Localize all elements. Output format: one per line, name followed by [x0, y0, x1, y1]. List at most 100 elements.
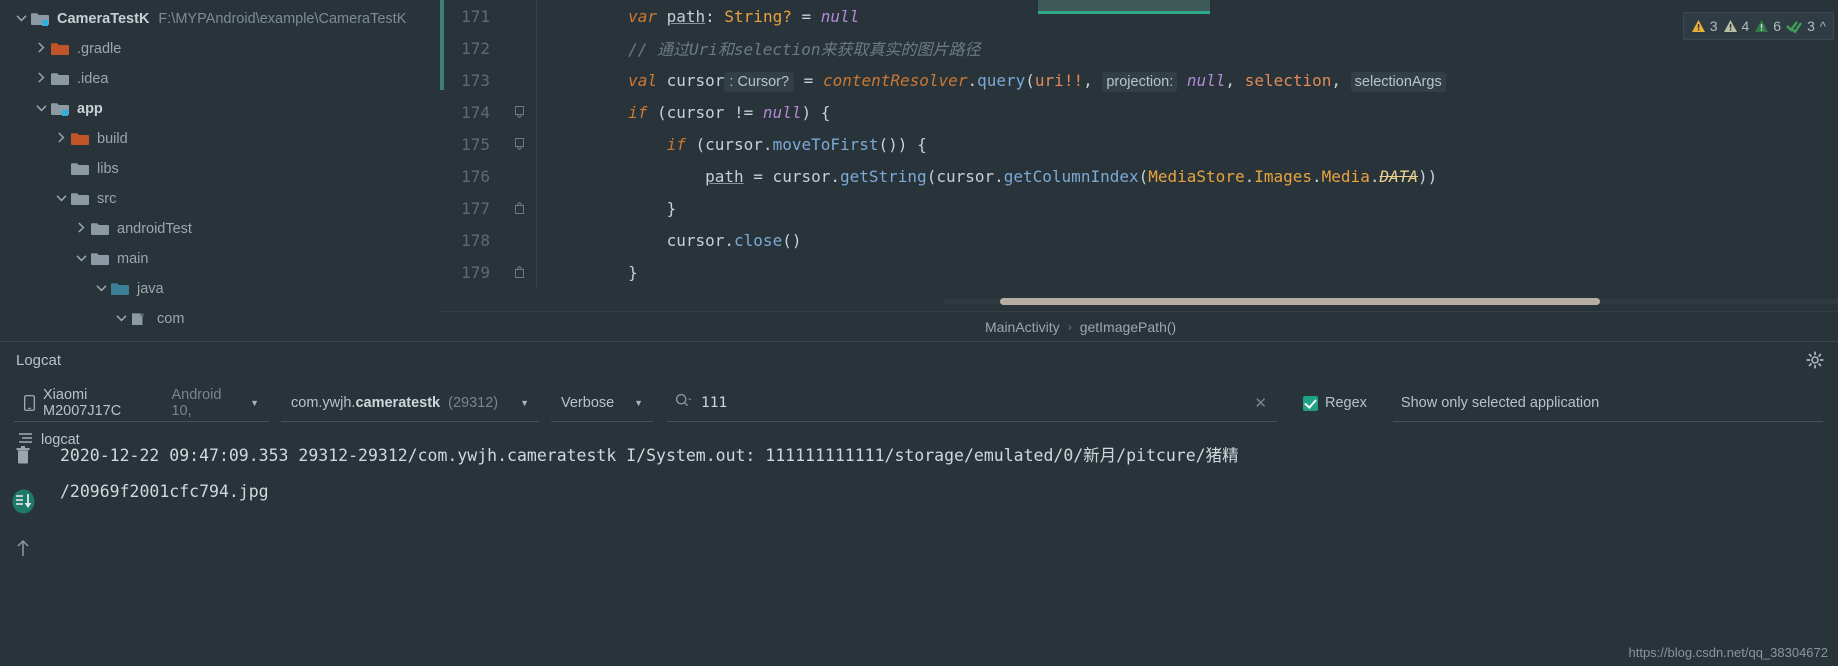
- tree-item-libs[interactable]: libs: [0, 154, 440, 184]
- code-line[interactable]: 173 val cursor: Cursor? = contentResolve…: [440, 64, 1838, 96]
- code-token: var: [628, 6, 657, 26]
- search-input-value[interactable]: 111: [701, 395, 727, 411]
- scroll-up-icon[interactable]: [15, 538, 31, 563]
- code-token: getString: [839, 166, 927, 186]
- chevron-down-icon[interactable]: ▼: [520, 398, 529, 408]
- chevron-down-icon[interactable]: [52, 194, 70, 205]
- error-indicator[interactable]: 3: [1691, 18, 1718, 34]
- regex-checkbox[interactable]: Regex: [1303, 395, 1367, 411]
- folder-icon: [70, 161, 90, 177]
- scroll-to-end-icon[interactable]: [10, 488, 37, 520]
- gutter-divider: [536, 256, 537, 288]
- chevron-down-icon[interactable]: [32, 104, 50, 115]
- tree-item-java[interactable]: java: [0, 274, 440, 304]
- ok-count: 3: [1807, 18, 1815, 34]
- gear-icon[interactable]: [1806, 351, 1824, 369]
- code-text: // 通过Uri和selection来获取真实的图片路径: [551, 36, 981, 60]
- tree-item-idea[interactable]: .idea: [0, 64, 440, 94]
- chevron-down-icon[interactable]: [92, 284, 110, 295]
- inspection-ok-indicator[interactable]: 3: [1786, 18, 1815, 34]
- log-search-box[interactable]: 111 ✕: [667, 384, 1277, 422]
- process-package-name: cameratestk: [355, 394, 441, 411]
- code-token: )): [1418, 166, 1438, 186]
- code-line[interactable]: 179 }: [440, 256, 1838, 288]
- breadcrumb-item-class[interactable]: MainActivity: [985, 319, 1060, 335]
- line-number: 175: [461, 134, 490, 154]
- breadcrumb[interactable]: MainActivity › getImagePath(): [440, 311, 1838, 341]
- code-line[interactable]: 175 if (cursor.moveToFirst()) {: [440, 128, 1838, 160]
- project-tree-panel[interactable]: CameraTestK F:\MYPAndroid\example\CameraT…: [0, 0, 440, 341]
- close-icon[interactable]: ✕: [1254, 394, 1267, 412]
- code-editor[interactable]: 171 var path: String? = null 172 // 通过Uri…: [440, 0, 1838, 341]
- code-lines[interactable]: 171 var path: String? = null 172 // 通过Uri…: [440, 0, 1838, 310]
- breadcrumb-item-method[interactable]: getImagePath(): [1080, 319, 1177, 335]
- code-line[interactable]: 176 path = cursor.getString(cursor.getCo…: [440, 160, 1838, 192]
- weak-warning-count: 6: [1773, 18, 1782, 34]
- code-token: }: [551, 262, 638, 282]
- tree-item-label: src: [97, 191, 117, 207]
- code-fold-icon[interactable]: [502, 266, 536, 278]
- warning-indicator[interactable]: 4: [1723, 18, 1749, 34]
- tree-item-main[interactable]: main: [0, 244, 440, 274]
- code-token: String?: [724, 6, 792, 26]
- chevron-right-icon[interactable]: [52, 132, 70, 146]
- code-fold-icon[interactable]: [502, 138, 536, 150]
- trash-icon[interactable]: [15, 446, 31, 470]
- code-token: ) {: [801, 102, 831, 122]
- top-area: CameraTestK F:\MYPAndroid\example\CameraT…: [0, 0, 1838, 341]
- tree-item-src[interactable]: src: [0, 184, 440, 214]
- chevron-down-icon[interactable]: [112, 314, 130, 325]
- code-fold-icon[interactable]: [502, 202, 536, 214]
- logcat-output-line: 2020-12-22 09:47:09.353 29312-29312/com.…: [60, 446, 1239, 465]
- chevron-down-icon[interactable]: ▼: [250, 398, 259, 408]
- code-line[interactable]: 172 // 通过Uri和selection来获取真实的图片路径: [440, 32, 1838, 64]
- checkbox-icon[interactable]: [1303, 395, 1318, 411]
- log-level-selector[interactable]: Verbose ▼: [551, 384, 653, 422]
- regex-label: Regex: [1325, 395, 1367, 411]
- process-selector[interactable]: com.ywjh. cameratestk (29312) ▼: [281, 384, 539, 422]
- code-token: !!: [1063, 70, 1084, 90]
- gutter-divider: [536, 160, 537, 192]
- code-token: cursor: [656, 70, 725, 90]
- line-number: 179: [461, 262, 490, 282]
- chevron-right-icon[interactable]: [32, 42, 50, 56]
- code-token: = cursor.: [743, 166, 840, 186]
- chevron-down-icon[interactable]: [12, 14, 30, 25]
- logcat-output[interactable]: 2020-12-22 09:47:09.353 29312-29312/com.…: [46, 438, 1838, 666]
- tree-item-androidtest[interactable]: androidTest: [0, 214, 440, 244]
- code-token: null: [820, 6, 860, 26]
- device-selector[interactable]: Xiaomi M2007J17C Android 10, ▼: [14, 384, 269, 422]
- tree-item-cameratestk[interactable]: CameraTestK F:\MYPAndroid\example\CameraT…: [0, 4, 440, 34]
- code-token: val: [628, 70, 657, 90]
- tree-item-label: java: [137, 281, 164, 297]
- chevron-right-icon[interactable]: [32, 72, 50, 86]
- weak-warning-indicator[interactable]: 6: [1754, 18, 1781, 34]
- code-fold-icon[interactable]: [502, 106, 536, 118]
- code-line[interactable]: 177 }: [440, 192, 1838, 224]
- code-line[interactable]: 174 if (cursor != null) {: [440, 96, 1838, 128]
- code-line[interactable]: 178 cursor.close(): [440, 224, 1838, 256]
- tree-item-com[interactable]: com: [0, 304, 440, 334]
- code-token: cursor.: [551, 230, 735, 250]
- chevron-up-icon[interactable]: ^: [1820, 19, 1826, 34]
- tree-item-label: .gradle: [77, 41, 122, 57]
- tree-item-app[interactable]: app: [0, 94, 440, 124]
- search-icon[interactable]: [675, 393, 692, 413]
- chevron-right-icon[interactable]: [72, 222, 90, 236]
- code-token: (: [1025, 70, 1035, 90]
- editor-hscroll-thumb[interactable]: [1000, 298, 1600, 305]
- code-token: path: [666, 6, 706, 26]
- code-line[interactable]: 171 var path: String? = null: [440, 0, 1838, 32]
- chevron-down-icon[interactable]: [72, 254, 90, 265]
- inspection-widget[interactable]: 3 4 6 3 ^: [1682, 12, 1834, 40]
- tree-item-build[interactable]: build: [0, 124, 440, 154]
- show-only-selected-app-selector[interactable]: Show only selected application: [1392, 384, 1823, 422]
- tree-item-gradle[interactable]: .gradle: [0, 34, 440, 64]
- code-token: if: [628, 102, 648, 122]
- code-token: : Cursor?: [724, 71, 795, 92]
- chevron-down-icon[interactable]: ▼: [634, 398, 643, 408]
